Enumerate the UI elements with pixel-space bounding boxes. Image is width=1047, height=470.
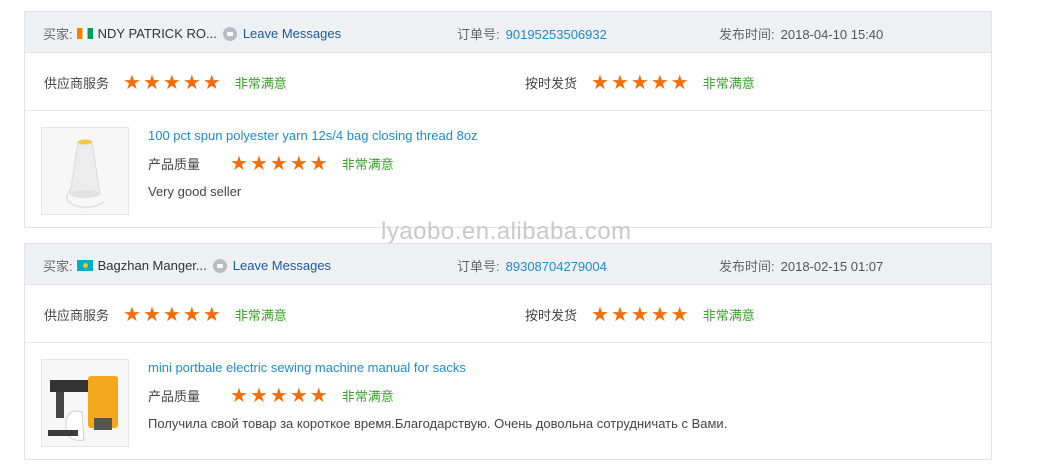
star-rating: ★ ★ ★ ★ ★ (123, 71, 223, 94)
on-time-delivery-rating: 按时发货 ★ ★ ★ ★ ★ 非常满意 (525, 71, 755, 94)
star-icon: ★ (142, 71, 161, 94)
star-icon: ★ (162, 71, 181, 94)
satisfaction-text: 非常满意 (702, 76, 755, 91)
supplier-service-rating: 供应商服务 ★ ★ ★ ★ ★ 非常满意 (44, 303, 287, 326)
review-card: 买家: Bagzhan Manger... Leave Messages 订单号… (24, 243, 992, 460)
star-icon: ★ (142, 303, 161, 326)
star-icon: ★ (230, 384, 248, 407)
kazakhstan-flag-icon (76, 260, 93, 271)
star-icon: ★ (289, 384, 308, 407)
star-icon: ★ (309, 384, 328, 407)
review-text: Получила свой товар за короткое время.Бл… (148, 416, 728, 431)
publish-time: 发布时间: 2018-04-10 15:40 (719, 24, 883, 43)
time-label: 发布时间: (719, 27, 775, 42)
star-icon: ★ (182, 303, 201, 326)
product-section: 100 pct spun polyester yarn 12s/4 bag cl… (25, 111, 991, 228)
star-icon: ★ (269, 384, 288, 407)
product-title-link[interactable]: 100 pct spun polyester yarn 12s/4 bag cl… (148, 128, 478, 143)
sewing-machine-image (42, 360, 128, 446)
review-card: 买家: NDY PATRICK RO... Leave Messages 订单号… (24, 11, 992, 228)
star-icon: ★ (182, 71, 201, 94)
star-icon: ★ (630, 71, 649, 94)
star-icon: ★ (610, 303, 629, 326)
order-number-link[interactable]: 89308704279004 (506, 259, 607, 274)
star-rating: ★ ★ ★ ★ ★ (591, 303, 691, 326)
satisfaction-text: 非常满意 (341, 157, 394, 172)
buyer-name: NDY PATRICK RO... (97, 26, 217, 41)
star-rating: ★ ★ ★ ★ ★ (230, 384, 330, 407)
star-icon: ★ (610, 71, 629, 94)
buyer-name: Bagzhan Manger... (97, 258, 207, 273)
leave-messages-link[interactable]: Leave Messages (243, 26, 341, 41)
star-icon: ★ (249, 384, 268, 407)
order-label: 订单号: (457, 27, 500, 42)
star-icon: ★ (269, 152, 288, 175)
message-icon[interactable] (212, 258, 227, 273)
star-icon: ★ (591, 71, 609, 94)
review-text: Very good seller (148, 184, 242, 199)
ratings-row: 供应商服务 ★ ★ ★ ★ ★ 非常满意 按时发货 ★ ★ ★ ★ ★ 非常满意 (25, 53, 991, 111)
time-label: 发布时间: (719, 259, 775, 274)
star-icon: ★ (249, 152, 268, 175)
ratings-row: 供应商服务 ★ ★ ★ ★ ★ 非常满意 按时发货 ★ ★ ★ ★ ★ 非常满意 (25, 285, 991, 343)
supplier-service-label: 供应商服务 (44, 308, 110, 323)
product-thumbnail[interactable] (41, 359, 129, 447)
star-icon: ★ (162, 303, 181, 326)
product-thumbnail[interactable] (41, 127, 129, 215)
product-title-link[interactable]: mini portbale electric sewing machine ma… (148, 360, 466, 375)
time-value: 2018-02-15 01:07 (780, 259, 884, 274)
buyer-info: 买家: Bagzhan Manger... Leave Messages (43, 256, 331, 275)
quality-label: 产品质量 (148, 157, 201, 172)
order-info: 订单号: 90195253506932 (457, 24, 607, 43)
publish-time: 发布时间: 2018-02-15 01:07 (719, 256, 883, 275)
star-rating: ★ ★ ★ ★ ★ (123, 303, 223, 326)
product-section: mini portbale electric sewing machine ma… (25, 343, 991, 460)
thread-cone-image (42, 128, 128, 214)
on-time-delivery-rating: 按时发货 ★ ★ ★ ★ ★ 非常满意 (525, 303, 755, 326)
cote-divoire-flag-icon (76, 28, 93, 39)
buyer-label: 买家: (43, 259, 73, 274)
star-icon: ★ (202, 71, 221, 94)
satisfaction-text: 非常满意 (341, 389, 394, 404)
product-quality-rating: 产品质量 ★ ★ ★ ★ ★ 非常满意 (148, 152, 394, 175)
buyer-label: 买家: (43, 27, 73, 42)
star-icon: ★ (650, 71, 669, 94)
star-icon: ★ (630, 303, 649, 326)
satisfaction-text: 非常满意 (234, 308, 287, 323)
satisfaction-text: 非常满意 (702, 308, 755, 323)
time-value: 2018-04-10 15:40 (780, 27, 884, 42)
star-icon: ★ (670, 303, 689, 326)
buyer-info: 买家: NDY PATRICK RO... Leave Messages (43, 24, 341, 43)
star-icon: ★ (670, 71, 689, 94)
quality-label: 产品质量 (148, 389, 201, 404)
star-icon: ★ (289, 152, 308, 175)
message-icon[interactable] (222, 26, 237, 41)
star-icon: ★ (123, 303, 141, 326)
star-icon: ★ (230, 152, 248, 175)
product-quality-rating: 产品质量 ★ ★ ★ ★ ★ 非常满意 (148, 384, 394, 407)
on-time-label: 按时发货 (525, 308, 578, 323)
order-info: 订单号: 89308704279004 (457, 256, 607, 275)
star-icon: ★ (202, 303, 221, 326)
supplier-service-label: 供应商服务 (44, 76, 110, 91)
star-icon: ★ (591, 303, 609, 326)
watermark: lyaobo.en.alibaba.com (381, 218, 632, 245)
satisfaction-text: 非常满意 (234, 76, 287, 91)
star-icon: ★ (309, 152, 328, 175)
review-header: 买家: NDY PATRICK RO... Leave Messages 订单号… (25, 12, 991, 53)
leave-messages-link[interactable]: Leave Messages (233, 258, 331, 273)
star-rating: ★ ★ ★ ★ ★ (591, 71, 691, 94)
review-header: 买家: Bagzhan Manger... Leave Messages 订单号… (25, 244, 991, 285)
order-number-link[interactable]: 90195253506932 (506, 27, 607, 42)
star-icon: ★ (650, 303, 669, 326)
supplier-service-rating: 供应商服务 ★ ★ ★ ★ ★ 非常满意 (44, 71, 287, 94)
order-label: 订单号: (457, 259, 500, 274)
on-time-label: 按时发货 (525, 76, 578, 91)
star-icon: ★ (123, 71, 141, 94)
star-rating: ★ ★ ★ ★ ★ (230, 152, 330, 175)
